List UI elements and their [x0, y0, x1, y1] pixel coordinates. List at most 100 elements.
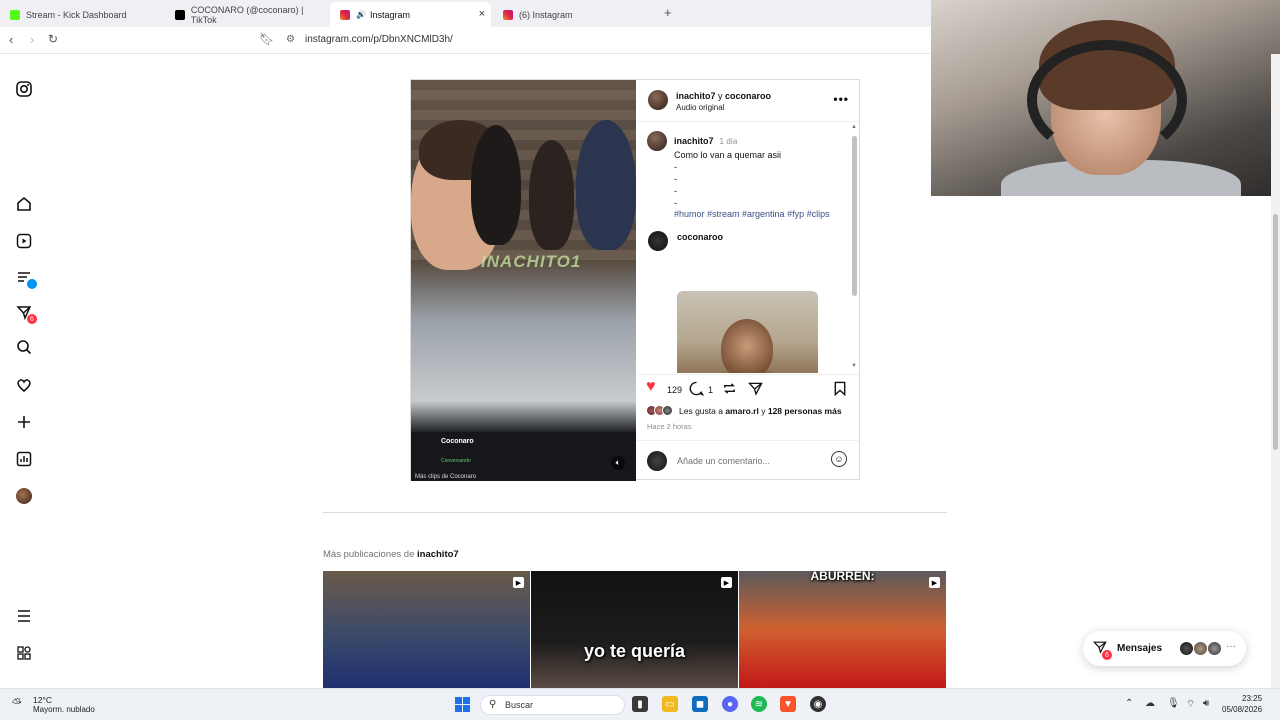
caption-user[interactable]: inachito7 [674, 136, 714, 146]
liked-by-user[interactable]: amaro.rl [725, 406, 759, 416]
more-post-thumb[interactable]: ▶ ABURREN: [739, 571, 946, 688]
reels-icon[interactable] [14, 231, 34, 251]
back-icon[interactable]: ‹ [9, 32, 13, 47]
speaker-icon: 🔊 [356, 10, 366, 19]
scroll-down-icon[interactable]: ▼ [851, 363, 857, 369]
more-post-thumb[interactable]: ▶ [323, 571, 530, 688]
messages-pill[interactable]: 6 Mensajes ··· [1083, 631, 1246, 666]
share-icon[interactable] [747, 381, 763, 399]
more-clips-label: Más clips de Coconaro [415, 474, 477, 480]
discord-icon[interactable]: ● [722, 696, 738, 712]
search-icon: ⚲ [489, 699, 497, 710]
task-view-icon[interactable]: ▮ [632, 696, 648, 712]
thumb-caption: ABURREN: [810, 571, 875, 583]
messages-icon[interactable]: 6 [14, 302, 37, 324]
obs-icon[interactable]: ◉ [810, 696, 826, 712]
post-actions: ♥ 129 1 Les gusta a amaro.rl y 128 perso… [636, 374, 861, 434]
taskbar-clock[interactable]: 23:25 05/08/2026 [1222, 693, 1262, 715]
reload-icon[interactable]: ↻ [48, 32, 58, 46]
caption-line: - [674, 162, 677, 172]
home-icon[interactable] [14, 194, 34, 214]
gif-face [721, 319, 773, 373]
thumb-caption: yo te quería [583, 641, 686, 661]
stream-name: Coconaro [441, 438, 474, 445]
spotify-icon[interactable]: ≋ [751, 696, 767, 712]
stream-status: Conversando [441, 458, 471, 464]
liked-by-prefix: Les gusta a [679, 406, 726, 416]
emoji-icon[interactable]: ☺ [831, 451, 847, 467]
authors-joiner: y [715, 91, 726, 101]
reply-avatar[interactable] [648, 231, 668, 251]
dashboard-icon[interactable] [14, 449, 34, 469]
comments-area: inachito7 1 día Como lo van a quemar asii… [636, 123, 861, 373]
comment-input[interactable]: Añade un comentario... [677, 456, 770, 466]
windows-start-icon[interactable] [455, 697, 470, 712]
tab-kick-dashboard[interactable]: Stream - Kick Dashboard [0, 2, 165, 27]
instagram-icon [340, 9, 350, 20]
bookmark-icon[interactable]: 🔖︎ [259, 32, 274, 46]
site-settings-icon[interactable]: ⚙︎ [286, 34, 295, 45]
author-name[interactable]: inachito7 [676, 91, 716, 101]
tab-instagram-2[interactable]: (6) Instagram [493, 2, 658, 27]
caption-avatar[interactable] [647, 131, 667, 151]
more-options-icon[interactable]: ••• [833, 92, 849, 106]
comments-scrollbar[interactable] [852, 136, 857, 296]
store-icon[interactable]: ◼ [692, 696, 708, 712]
tab-label: (6) Instagram [519, 9, 573, 20]
forward-icon[interactable]: › [30, 32, 34, 47]
feed-icon[interactable] [14, 267, 37, 289]
save-icon[interactable] [833, 381, 847, 399]
profile-avatar[interactable] [16, 488, 32, 504]
messages-more-icon[interactable]: ··· [1226, 641, 1236, 652]
more-posts-user[interactable]: inachito7 [417, 549, 459, 560]
page-scrollbar[interactable] [1271, 54, 1280, 688]
taskbar-search[interactable]: ⚲ Buscar [480, 695, 625, 715]
network-tray-icon[interactable]: ☁ [1145, 698, 1155, 709]
post-dialog: INACHITO1 Coconaro Conversando Más clips… [410, 79, 861, 481]
file-explorer-icon[interactable]: ▭ [662, 696, 678, 712]
volume-tray-icon[interactable]: 🔊︎ [1203, 698, 1209, 709]
kick-icon [10, 9, 20, 20]
search-icon[interactable] [14, 337, 34, 357]
reply-user[interactable]: coconaroo [677, 232, 723, 242]
weather-desc: Mayorm. nublado [33, 705, 95, 714]
heart-icon[interactable] [14, 375, 34, 395]
repost-icon[interactable] [722, 381, 737, 399]
volume-icon[interactable]: 🔈︎ [611, 456, 625, 470]
tab-label: Instagram [369, 9, 410, 20]
conversation-avatar [1179, 641, 1194, 656]
tray-chevron-icon[interactable]: ⌃ [1125, 698, 1133, 709]
likes-count[interactable]: 129 [667, 385, 682, 395]
menu-icon[interactable] [14, 606, 34, 626]
liked-by-rest[interactable]: 128 personas más [768, 406, 842, 416]
liker-avatar [662, 405, 673, 416]
video-person [471, 125, 521, 245]
new-tab-button[interactable]: + [664, 5, 672, 20]
clock-date: 05/08/2026 [1222, 705, 1263, 714]
heart-icon[interactable]: ♥ [646, 378, 656, 396]
scroll-up-icon[interactable]: ▲ [851, 124, 857, 130]
caption-line: - [674, 174, 677, 184]
audio-label[interactable]: Audio original [676, 103, 724, 112]
post-video[interactable]: INACHITO1 Coconaro Conversando Más clips… [411, 80, 636, 481]
page-scrollbar-thumb[interactable] [1273, 214, 1278, 450]
microphone-icon[interactable]: 🎙︎ [1167, 698, 1180, 709]
weather-widget[interactable]: 12°C Mayorm. nublado [33, 695, 95, 715]
brave-icon[interactable]: ▼ [780, 696, 796, 712]
wifi-icon[interactable]: ⌔ [1186, 698, 1195, 711]
coauthor-name[interactable]: coconaroo [725, 91, 771, 101]
url-field[interactable]: instagram.com/p/DbnXNCMlD3h/ [305, 34, 453, 45]
apps-icon[interactable] [14, 643, 34, 663]
comments-count[interactable]: 1 [708, 385, 713, 395]
instagram-logo-icon[interactable] [14, 79, 34, 99]
tiktok-icon [175, 9, 185, 20]
author-avatar[interactable] [648, 90, 668, 110]
weather-icon: ⛅︎ [12, 696, 22, 710]
caption-hashtags[interactable]: #humor #stream #argentina #fyp #clips [674, 209, 830, 219]
close-tab-icon[interactable]: × [479, 8, 485, 20]
more-post-thumb[interactable]: ▶ yo te quería [531, 571, 738, 688]
tab-instagram-active[interactable]: 🔊 Instagram × [330, 2, 491, 27]
create-icon[interactable] [14, 412, 34, 432]
comment-icon[interactable] [689, 381, 705, 399]
tab-tiktok[interactable]: COCONARO (@coconaro) | TikTok [165, 2, 330, 27]
